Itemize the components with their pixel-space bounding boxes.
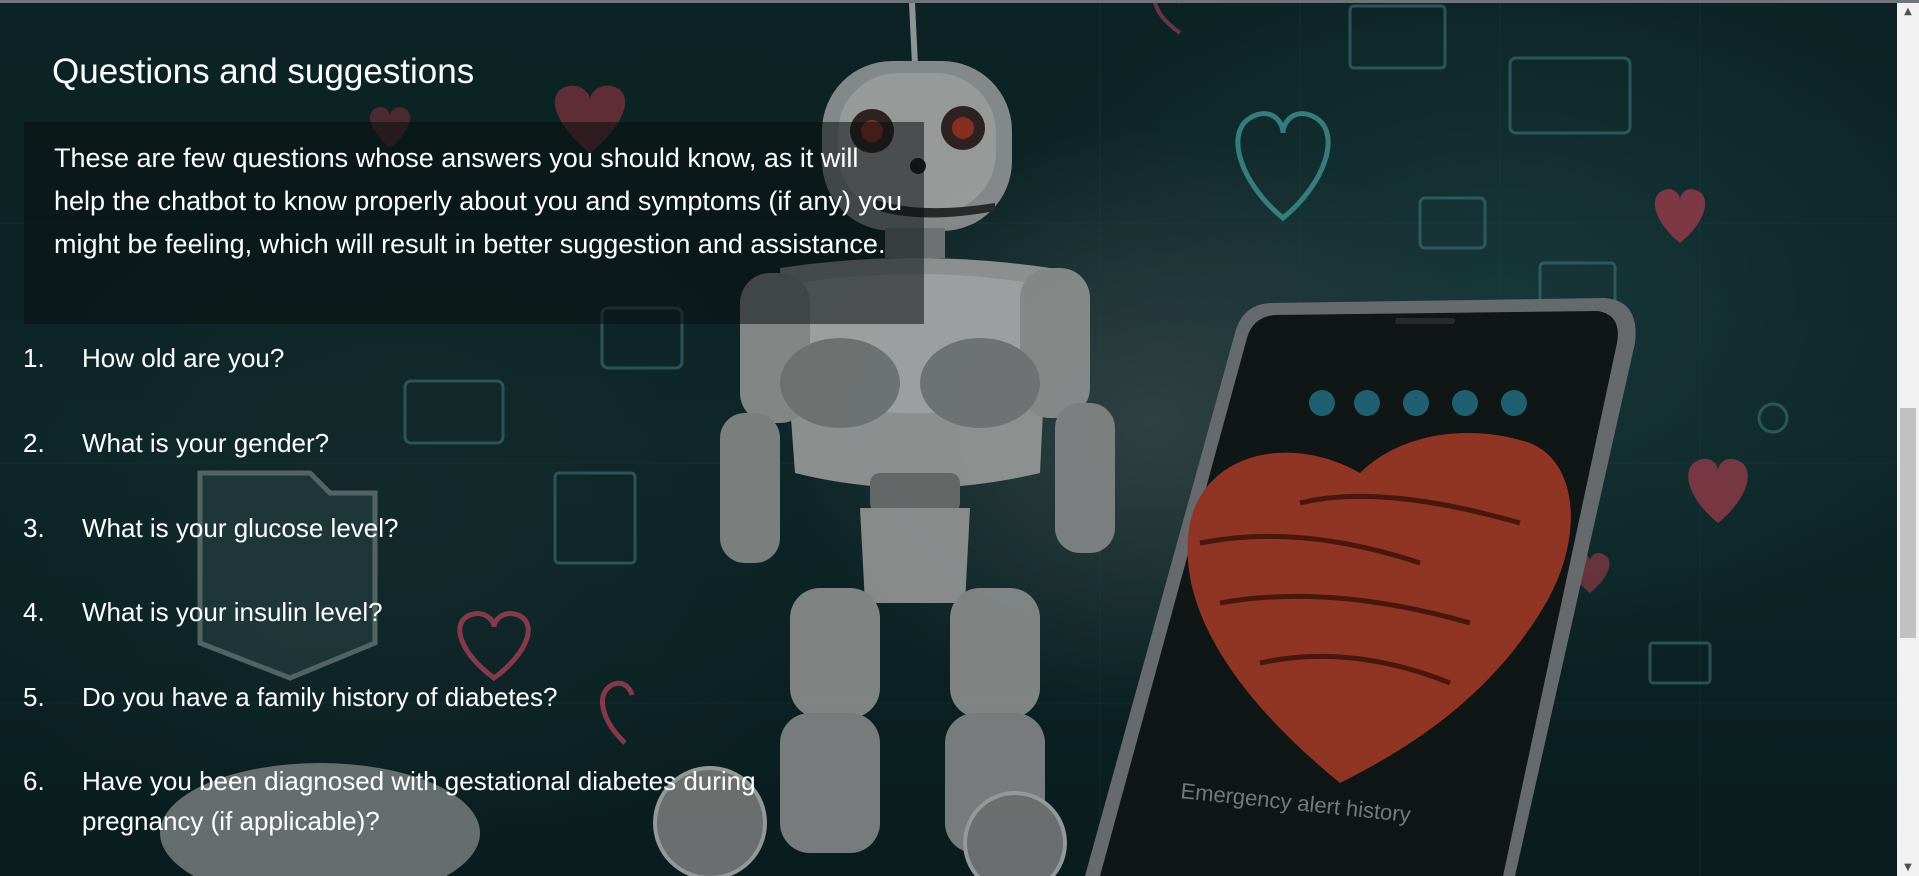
list-item-number: 4. [23, 597, 45, 627]
page-title: Questions and suggestions [52, 52, 475, 91]
list-item: 4. What is your insulin level? [0, 592, 802, 632]
list-item-text: Do you have a family history of diabetes… [82, 682, 558, 712]
list-item: 6. Have you been diagnosed with gestatio… [0, 761, 802, 841]
vertical-scrollbar[interactable]: ▲ ▼ [1897, 3, 1919, 876]
triangle-down-icon: ▼ [1904, 862, 1912, 873]
list-item-text: What is your glucose level? [82, 513, 399, 543]
triangle-up-icon: ▲ [1904, 6, 1912, 17]
scroll-thumb[interactable] [1900, 408, 1916, 638]
list-item: 2. What is your gender? [0, 423, 802, 463]
list-item-number: 5. [23, 682, 45, 712]
list-item: 1. How old are you? [0, 338, 802, 378]
list-item: 5. Do you have a family history of diabe… [0, 677, 802, 717]
list-item-number: 2. [23, 428, 45, 458]
scroll-down-button[interactable]: ▼ [1897, 859, 1919, 876]
list-item-text: What is your insulin level? [82, 597, 383, 627]
list-item-text: What is your gender? [82, 428, 330, 458]
list-item-number: 3. [23, 513, 45, 543]
list-item: 3. What is your glucose level? [0, 508, 802, 548]
scroll-up-button[interactable]: ▲ [1897, 3, 1919, 20]
intro-text: These are few questions whose answers yo… [54, 143, 902, 259]
list-item-number: 1. [23, 343, 45, 373]
list-item-text: Have you been diagnosed with gestational… [82, 766, 756, 836]
list-item-number: 6. [23, 766, 45, 796]
list-item-text: How old are you? [82, 343, 285, 373]
